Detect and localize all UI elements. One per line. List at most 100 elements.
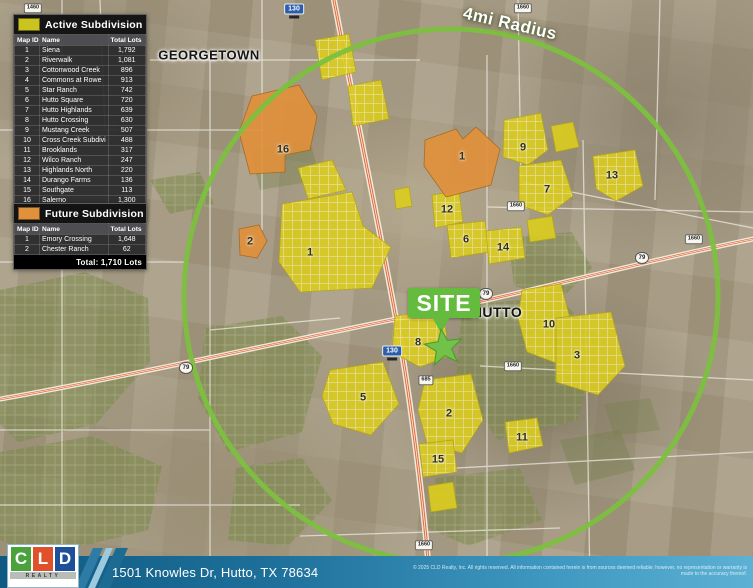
row-total-lots: 136 xyxy=(108,176,145,186)
road-shield-1660: 1660 xyxy=(685,234,703,244)
parcel-number-label: 15 xyxy=(432,455,444,466)
row-total-lots: 317 xyxy=(108,146,145,156)
parcel-number-label: 2 xyxy=(446,409,452,420)
legend-row: 2Chester Ranch62 xyxy=(15,245,146,255)
legend-future-table: Map IDNameTotal Lots 1Emory Crossing1,64… xyxy=(14,223,146,255)
legend-row: 7Hutto Highlands639 xyxy=(15,106,146,116)
legend-row: 2Riverwalk1,081 xyxy=(15,56,146,66)
row-name: Cottonwood Creek xyxy=(39,66,108,76)
site-star-icon xyxy=(421,325,467,375)
road-shield-79: 79 xyxy=(479,288,493,300)
road-shield-1660: 1660 xyxy=(504,361,522,371)
parcel-number-label: 8 xyxy=(415,338,421,349)
row-name: Mustang Creek xyxy=(39,126,108,136)
legend-row: 3Cottonwood Creek896 xyxy=(15,66,146,76)
logo-letter-l: L xyxy=(33,547,53,571)
legend-row: 9Mustang Creek507 xyxy=(15,126,146,136)
row-total-lots: 913 xyxy=(108,76,145,86)
road-shield-number: 79 xyxy=(479,288,493,300)
parcel-number-label: 5 xyxy=(360,393,366,404)
road-shield-1460: 1460 xyxy=(24,3,42,13)
legend-row: 5Star Ranch742 xyxy=(15,86,146,96)
row-total-lots: 247 xyxy=(108,156,145,166)
road-shield-number: 1460 xyxy=(24,3,42,13)
row-total-lots: 896 xyxy=(108,66,145,76)
legend-row: 4Commons at Rowe913 xyxy=(15,76,146,86)
site-callout-label: SITE xyxy=(416,292,471,315)
parcel-number-label: 1 xyxy=(307,248,313,259)
road-shield-number: 1660 xyxy=(514,3,532,13)
row-total-lots: 639 xyxy=(108,106,145,116)
row-name: Riverwalk xyxy=(39,56,108,66)
column-header: Name xyxy=(39,35,108,46)
row-total-lots: 113 xyxy=(108,186,145,196)
future-color-swatch xyxy=(18,207,40,220)
road-shield-79: 79 xyxy=(179,362,193,374)
row-name: Durango Farms xyxy=(39,176,108,186)
row-name: Hutto Square xyxy=(39,96,108,106)
road-shield-number: 130 xyxy=(382,346,402,357)
row-map-id: 13 xyxy=(15,166,40,176)
legend-column-headers: Map IDNameTotal Lots xyxy=(15,35,146,46)
row-total-lots: 62 xyxy=(108,245,145,255)
legend-active-panel: Active Subdivision Map IDNameTotal Lots … xyxy=(13,14,147,221)
row-total-lots: 1,792 xyxy=(108,46,145,56)
road-shield-number: 1660 xyxy=(415,540,433,550)
road-shield-number: 79 xyxy=(179,362,193,374)
row-total-lots: 630 xyxy=(108,116,145,126)
logo-letter-c: C xyxy=(11,547,31,571)
row-map-id: 12 xyxy=(15,156,40,166)
column-header: Total Lots xyxy=(108,35,145,46)
logo-letter-d: D xyxy=(55,547,75,571)
row-name: Brooklands xyxy=(39,146,108,156)
copyright-text: © 2025 CLD Realty, Inc. All rights reser… xyxy=(407,565,747,577)
road-shield-1660: 1660 xyxy=(507,201,525,211)
legend-row: 1Emory Crossing1,648 xyxy=(15,235,146,245)
row-name: Emory Crossing xyxy=(39,235,108,245)
column-header: Total Lots xyxy=(108,224,145,235)
row-name: Star Ranch xyxy=(39,86,108,96)
row-name: Hutto Crossing xyxy=(39,116,108,126)
road-shield-685: 685 xyxy=(418,375,433,385)
parcel-number-label: 3 xyxy=(574,351,580,362)
parcel-number-label: 9 xyxy=(520,143,526,154)
row-name: Chester Ranch xyxy=(39,245,108,255)
row-map-id: 7 xyxy=(15,106,40,116)
legend-row: 11Brooklands317 xyxy=(15,146,146,156)
row-map-id: 6 xyxy=(15,96,40,106)
road-shield-number: 130 xyxy=(284,4,304,15)
parcel-number-label: 14 xyxy=(497,243,509,254)
legend-row: 14Durango Farms136 xyxy=(15,176,146,186)
row-name: Siena xyxy=(39,46,108,56)
road-shield-number: 1660 xyxy=(507,201,525,211)
road-shield-number: 1660 xyxy=(504,361,522,371)
row-map-id: 3 xyxy=(15,66,40,76)
road-shield-number: 685 xyxy=(418,375,433,385)
legend-row: 6Hutto Square720 xyxy=(15,96,146,106)
site-callout: SITE xyxy=(408,288,480,318)
row-map-id: 11 xyxy=(15,146,40,156)
legend-row: 13Highlands North220 xyxy=(15,166,146,176)
parcel-number-label: 13 xyxy=(606,171,618,182)
logo-realty-label: REALTY xyxy=(10,572,76,579)
city-label-georgetown: GEORGETOWN xyxy=(158,48,260,63)
legend-active-table: Map IDNameTotal Lots 1Siena1,7922Riverwa… xyxy=(14,34,146,206)
legend-active-title: Active Subdivision xyxy=(45,19,143,31)
logo-letter-tiles: CLD xyxy=(10,547,76,571)
parcel-number-label: 12 xyxy=(441,205,453,216)
parcel-number-label: 11 xyxy=(516,433,528,444)
road-shield-number: 1660 xyxy=(685,234,703,244)
row-map-id: 9 xyxy=(15,126,40,136)
parcel-number-label: 2 xyxy=(247,237,253,248)
cld-realty-logo: CLD REALTY xyxy=(7,544,79,588)
legend-row: 10Cross Creek Subdivi488 xyxy=(15,136,146,146)
row-map-id: 4 xyxy=(15,76,40,86)
row-name: Wilco Ranch xyxy=(39,156,108,166)
column-header: Map ID xyxy=(15,224,40,235)
parcel-number-label: 10 xyxy=(543,320,555,331)
row-map-id: 2 xyxy=(15,56,40,66)
legend-column-headers: Map IDNameTotal Lots xyxy=(15,224,146,235)
footer-bar: 1501 Knowles Dr, Hutto, TX 78634 © 2025 … xyxy=(0,556,753,588)
legend-future-total: Total: 1,710 Lots xyxy=(14,255,146,269)
road-shield-1660: 1660 xyxy=(514,3,532,13)
